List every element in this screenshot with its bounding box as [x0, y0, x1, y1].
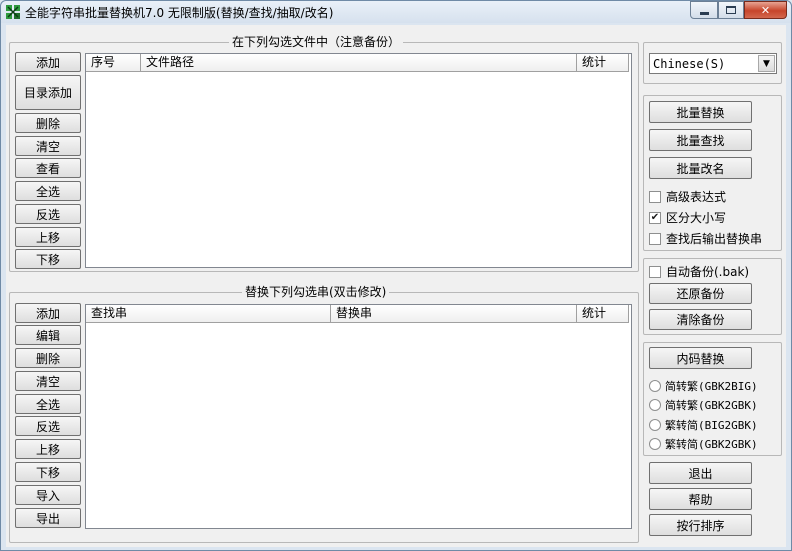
- maximize-button[interactable]: [718, 1, 744, 19]
- replace-invert-button[interactable]: 反选: [15, 416, 81, 436]
- close-button[interactable]: ✕: [744, 1, 787, 19]
- radio-gbk2big-label: 简转繁(GBK2BIG): [665, 380, 758, 393]
- restore-backup-button[interactable]: 还原备份: [649, 283, 752, 304]
- column-header-count[interactable]: 统计: [577, 54, 629, 72]
- replace-add-button[interactable]: 添加: [15, 303, 81, 323]
- radio-gbk2gbk-trad-dot[interactable]: [649, 399, 661, 411]
- files-clear-button[interactable]: 清空: [15, 136, 81, 156]
- output-after-find-checkbox[interactable]: 查找后输出替换串: [649, 230, 762, 247]
- window-title: 全能字符串批量替换机7.0 无限制版(替换/查找/抽取/改名): [25, 6, 334, 20]
- column-header-count[interactable]: 统计: [577, 305, 629, 323]
- replace-move-down-button[interactable]: 下移: [15, 462, 81, 482]
- auto-backup-checkbox-label: 自动备份(.bak): [666, 265, 750, 279]
- auto-backup-checkbox-box[interactable]: [649, 265, 661, 278]
- column-header-replace[interactable]: 替换串: [331, 305, 577, 323]
- clear-backup-button[interactable]: 清除备份: [649, 309, 752, 330]
- radio-big2gbk-label: 繁转简(BIG2GBK): [665, 419, 758, 432]
- minimize-icon: [699, 11, 709, 15]
- regex-checkbox-label: 高级表达式: [666, 190, 727, 204]
- encoding-convert-button[interactable]: 内码替换: [649, 347, 752, 369]
- radio-big2gbk-dot[interactable]: [649, 419, 661, 431]
- close-icon: ✕: [760, 3, 771, 17]
- files-add-button[interactable]: 添加: [15, 52, 81, 72]
- batch-rename-button[interactable]: 批量改名: [649, 157, 752, 179]
- replace-select-all-button[interactable]: 全选: [15, 394, 81, 414]
- output-after-find-checkbox-box[interactable]: [649, 232, 661, 245]
- maximize-icon: [726, 6, 736, 14]
- radio-gbk2gbk-simp[interactable]: 繁转简(GBK2GBK): [649, 436, 758, 452]
- radio-gbk2gbk-simp-label: 繁转简(GBK2GBK): [665, 438, 758, 451]
- radio-gbk2gbk-trad[interactable]: 简转繁(GBK2GBK): [649, 397, 758, 413]
- radio-gbk2big-dot[interactable]: [649, 380, 661, 392]
- replace-move-up-button[interactable]: 上移: [15, 439, 81, 459]
- files-list[interactable]: 序号 文件路径 统计: [85, 53, 632, 268]
- replace-group-title: 替换下列勾选串(双击修改): [242, 285, 390, 299]
- column-header-path[interactable]: 文件路径: [141, 54, 577, 72]
- replace-import-button[interactable]: 导入: [15, 485, 81, 505]
- replace-edit-button[interactable]: 编辑: [15, 325, 81, 345]
- help-button[interactable]: 帮助: [649, 488, 752, 510]
- files-move-up-button[interactable]: 上移: [15, 227, 81, 247]
- replace-list[interactable]: 查找串 替换串 统计: [85, 304, 632, 529]
- language-select-value: Chinese(S): [653, 57, 726, 71]
- exit-button[interactable]: 退出: [649, 462, 752, 484]
- replace-delete-button[interactable]: 删除: [15, 348, 81, 368]
- app-window: 全能字符串批量替换机7.0 无限制版(替换/查找/抽取/改名) ✕ 在下列勾选文…: [0, 0, 792, 551]
- radio-gbk2gbk-simp-dot[interactable]: [649, 438, 661, 450]
- auto-backup-checkbox[interactable]: 自动备份(.bak): [649, 263, 749, 280]
- radio-gbk2gbk-trad-label: 简转繁(GBK2GBK): [665, 399, 758, 412]
- app-icon: [6, 5, 20, 19]
- batch-replace-button[interactable]: 批量替换: [649, 101, 752, 123]
- files-select-all-button[interactable]: 全选: [15, 181, 81, 201]
- radio-gbk2big[interactable]: 简转繁(GBK2BIG): [649, 378, 758, 394]
- batch-find-button[interactable]: 批量查找: [649, 129, 752, 151]
- files-add-folder-button[interactable]: 目录添加: [15, 75, 81, 110]
- replace-clear-button[interactable]: 清空: [15, 371, 81, 391]
- replace-list-header: 查找串 替换串 统计: [86, 305, 631, 323]
- files-view-button[interactable]: 查看: [15, 158, 81, 178]
- sort-lines-button[interactable]: 按行排序: [649, 514, 752, 536]
- replace-export-button[interactable]: 导出: [15, 508, 81, 528]
- case-sensitive-checkbox-label: 区分大小写: [666, 211, 727, 225]
- chevron-down-icon[interactable]: ▼: [758, 55, 775, 72]
- minimize-button[interactable]: [690, 1, 718, 19]
- regex-checkbox-box[interactable]: [649, 190, 661, 203]
- column-header-index[interactable]: 序号: [86, 54, 141, 72]
- files-group-title: 在下列勾选文件中（注意备份）: [229, 35, 404, 49]
- client-area: 在下列勾选文件中（注意备份） 添加 目录添加 删除 清空 查看 全选 反选 上移…: [6, 25, 786, 547]
- output-after-find-checkbox-label: 查找后输出替换串: [666, 232, 763, 246]
- files-invert-button[interactable]: 反选: [15, 204, 81, 224]
- files-delete-button[interactable]: 删除: [15, 113, 81, 133]
- column-header-find[interactable]: 查找串: [86, 305, 331, 323]
- language-select[interactable]: Chinese(S) ▼: [649, 53, 777, 74]
- radio-big2gbk[interactable]: 繁转简(BIG2GBK): [649, 417, 758, 433]
- files-move-down-button[interactable]: 下移: [15, 249, 81, 269]
- case-sensitive-checkbox[interactable]: ✔ 区分大小写: [649, 209, 726, 226]
- title-bar[interactable]: 全能字符串批量替换机7.0 无限制版(替换/查找/抽取/改名) ✕: [1, 1, 791, 23]
- regex-checkbox[interactable]: 高级表达式: [649, 188, 726, 205]
- checkmark-icon[interactable]: ✔: [649, 211, 661, 224]
- files-list-header: 序号 文件路径 统计: [86, 54, 631, 72]
